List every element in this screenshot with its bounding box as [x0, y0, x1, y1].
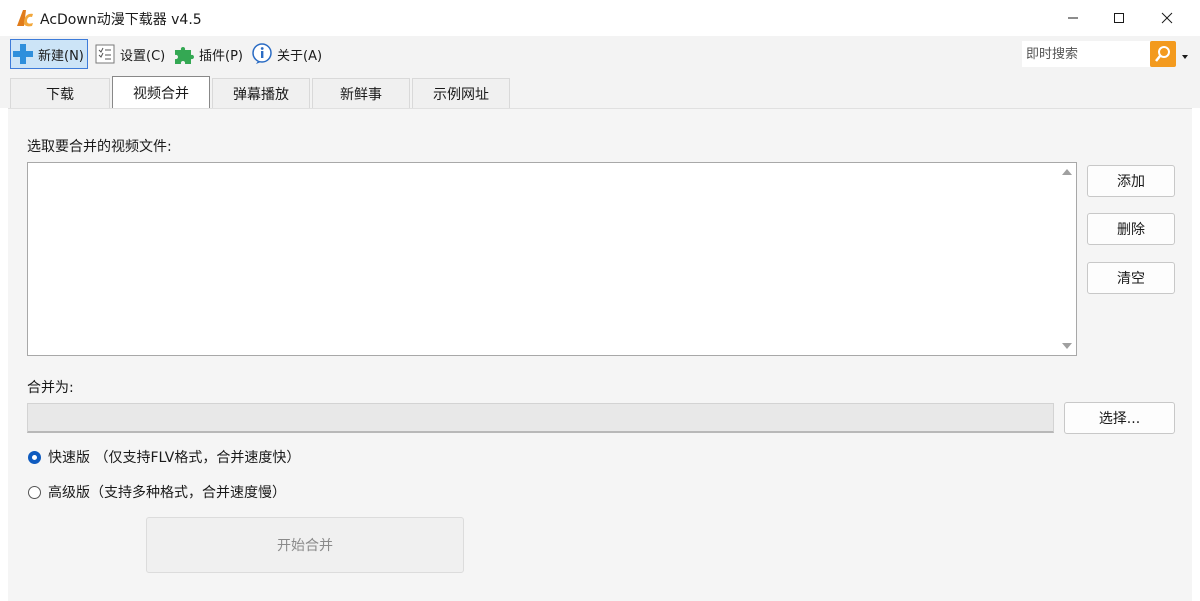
radio-unchecked-icon[interactable]	[28, 485, 41, 499]
app-logo-icon	[16, 9, 34, 27]
about-button[interactable]: 关于(A)	[250, 39, 322, 69]
new-button-label: 新建(N)	[38, 48, 84, 64]
search-icon	[1155, 46, 1170, 62]
search-dropdown-button[interactable]	[1180, 50, 1190, 60]
tab-download[interactable]: 下载	[10, 78, 110, 108]
minimize-icon	[1068, 17, 1078, 19]
clear-button-label: 清空	[1117, 271, 1145, 287]
delete-button-label: 删除	[1117, 222, 1145, 238]
start-merge-button-label: 开始合并	[277, 538, 333, 554]
fast-mode-label: 快速版 （仅支持FLV格式，合并速度快）	[48, 450, 301, 466]
plus-icon	[11, 42, 35, 66]
tab-example-urls[interactable]: 示例网址	[412, 78, 510, 108]
tab-danmaku-play[interactable]: 弹幕播放	[212, 78, 310, 108]
add-button[interactable]: 添加	[1087, 165, 1175, 197]
tab-danmaku-play-label: 弹幕播放	[233, 86, 289, 103]
scroll-down-arrow-icon[interactable]	[1062, 343, 1072, 349]
tab-whats-new[interactable]: 新鲜事	[312, 78, 410, 108]
search-button[interactable]	[1150, 41, 1176, 67]
toolbar: 新建(N) 设置(C) 插件(P) 关于(A) 即时搜索	[0, 36, 1200, 75]
tab-download-label: 下载	[46, 86, 74, 103]
about-button-label: 关于(A)	[277, 48, 323, 64]
checklist-icon	[93, 42, 117, 66]
title-bar: AcDown动漫下载器 v4.5	[0, 0, 1200, 36]
clear-button[interactable]: 清空	[1087, 262, 1175, 294]
settings-button[interactable]: 设置(C)	[93, 39, 165, 69]
tab-whats-new-label: 新鲜事	[340, 86, 382, 103]
file-list[interactable]	[27, 162, 1077, 356]
tab-example-urls-label: 示例网址	[433, 86, 489, 103]
minimize-button[interactable]	[1050, 0, 1096, 36]
plugins-button[interactable]: 插件(P)	[172, 39, 243, 69]
merge-as-label: 合并为:	[27, 380, 74, 396]
radio-checked-icon[interactable]	[28, 450, 41, 464]
video-merge-panel: 选取要合并的视频文件: 添加 删除 清空 合并为: 选择... 快速版 （仅支持…	[8, 108, 1192, 601]
plugins-button-label: 插件(P)	[199, 48, 243, 64]
close-icon	[1161, 12, 1173, 24]
search-input[interactable]	[1022, 41, 1150, 67]
start-merge-button[interactable]: 开始合并	[146, 517, 464, 573]
tab-video-merge-label: 视频合并	[133, 85, 189, 102]
tab-video-merge[interactable]: 视频合并	[112, 76, 210, 108]
delete-button[interactable]: 删除	[1087, 213, 1175, 245]
new-button[interactable]: 新建(N)	[10, 39, 88, 69]
info-icon	[250, 42, 274, 66]
select-files-label: 选取要合并的视频文件:	[27, 139, 172, 155]
maximize-icon	[1114, 13, 1124, 23]
settings-button-label: 设置(C)	[120, 48, 166, 64]
add-button-label: 添加	[1117, 174, 1145, 190]
fast-mode-option[interactable]: 快速版 （仅支持FLV格式，合并速度快）	[28, 447, 300, 467]
chevron-down-icon	[1182, 55, 1188, 59]
puzzle-piece-icon	[172, 42, 196, 66]
window-title: AcDown动漫下载器 v4.5	[40, 12, 202, 28]
tab-bar: 下载 视频合并 弹幕播放 新鲜事 示例网址	[0, 74, 1200, 108]
close-button[interactable]	[1144, 0, 1190, 36]
advanced-mode-label: 高级版（支持多种格式，合并速度慢）	[48, 485, 286, 501]
scroll-up-arrow-icon[interactable]	[1062, 169, 1072, 175]
advanced-mode-option[interactable]: 高级版（支持多种格式，合并速度慢）	[28, 482, 286, 502]
output-path-field[interactable]	[27, 403, 1054, 433]
maximize-button[interactable]	[1096, 0, 1142, 36]
choose-button[interactable]: 选择...	[1064, 402, 1175, 434]
choose-button-label: 选择...	[1098, 411, 1141, 427]
